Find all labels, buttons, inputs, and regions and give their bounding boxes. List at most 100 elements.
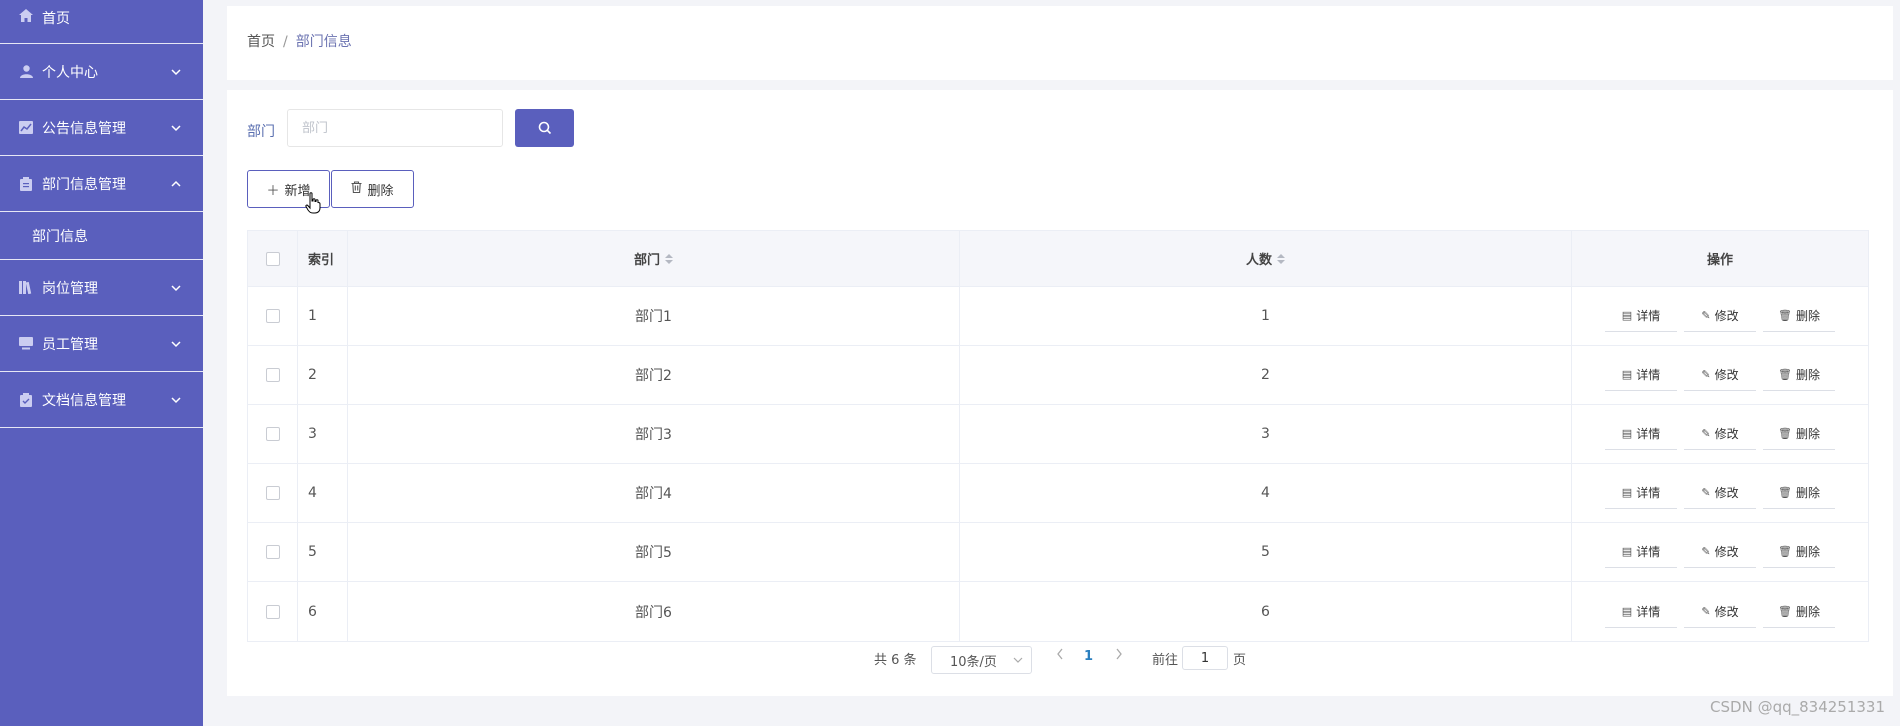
detail-label: 详情	[1636, 368, 1661, 382]
detail-button[interactable]: ▤ 详情	[1605, 596, 1677, 628]
select-all-cell	[248, 231, 298, 286]
goto-page-input[interactable]	[1182, 646, 1228, 670]
cell-index: 3	[298, 405, 348, 463]
page-number-current[interactable]: 1	[1084, 649, 1093, 664]
search-button[interactable]	[515, 109, 574, 147]
header-index: 索引	[298, 231, 348, 286]
document-icon: ▤	[1621, 309, 1633, 322]
cell-dept: 部门2	[348, 346, 960, 404]
detail-button[interactable]: ▤ 详情	[1605, 477, 1677, 509]
delete-button[interactable]: 删除	[331, 170, 414, 208]
row-delete-button[interactable]: 🗑︎ 删除	[1763, 418, 1835, 450]
sidebar-item-home[interactable]: 首页	[0, 0, 203, 44]
cell-count: 6	[960, 582, 1572, 641]
table-row: 3 部门3 3 ▤ 详情 ✎ 修改 🗑︎ 删除	[248, 405, 1868, 464]
edit-button[interactable]: ✎ 修改	[1684, 536, 1756, 568]
row-checkbox[interactable]	[265, 545, 280, 559]
cell-dept: 部门5	[348, 523, 960, 581]
row-delete-button[interactable]: 🗑︎ 删除	[1763, 300, 1835, 332]
chevron-down-icon	[171, 396, 181, 403]
header-count[interactable]: 人数	[960, 231, 1572, 286]
sidebar-item-label: 文档信息管理	[42, 392, 126, 409]
cell-count: 2	[960, 346, 1572, 404]
row-delete-label: 删除	[1795, 368, 1820, 382]
trash-icon: 🗑︎	[1778, 309, 1792, 322]
sort-icon[interactable]	[1277, 253, 1285, 264]
cell-index: 6	[298, 582, 348, 641]
edit-button[interactable]: ✎ 修改	[1684, 418, 1756, 450]
sidebar-item-notice-management[interactable]: 公告信息管理	[0, 100, 203, 156]
cell-index: 1	[298, 287, 348, 345]
select-all-checkbox[interactable]	[265, 251, 280, 266]
cell-ops: ▤ 详情 ✎ 修改 🗑︎ 删除	[1572, 582, 1868, 641]
row-delete-label: 删除	[1795, 309, 1820, 323]
detail-button[interactable]: ▤ 详情	[1605, 536, 1677, 568]
sidebar-item-label: 公告信息管理	[42, 120, 126, 137]
cell-dept: 部门3	[348, 405, 960, 463]
row-checkbox[interactable]	[265, 427, 280, 441]
header-count-label: 人数	[1245, 253, 1272, 268]
edit-button[interactable]: ✎ 修改	[1684, 596, 1756, 628]
row-delete-label: 删除	[1795, 604, 1820, 619]
prev-page-button[interactable]	[1056, 648, 1064, 664]
detail-button[interactable]: ▤ 详情	[1605, 359, 1677, 391]
detail-label: 详情	[1636, 486, 1661, 500]
row-delete-label: 删除	[1795, 486, 1820, 500]
row-checkbox-cell	[248, 405, 298, 463]
edit-button[interactable]: ✎ 修改	[1684, 300, 1756, 332]
breadcrumb-home[interactable]: 首页	[247, 34, 275, 50]
sidebar-item-personal-center[interactable]: 个人中心	[0, 44, 203, 100]
row-delete-button[interactable]: 🗑︎ 删除	[1763, 477, 1835, 509]
clipboard-icon	[18, 392, 34, 407]
pencil-icon: ✎	[1701, 545, 1711, 558]
sort-icon[interactable]	[665, 253, 673, 264]
sidebar-subitem-dept-info[interactable]: 部门信息	[0, 212, 203, 260]
table-row: 5 部门5 5 ▤ 详情 ✎ 修改 🗑︎ 删除	[248, 523, 1868, 582]
document-icon: ▤	[1621, 545, 1633, 558]
detail-button[interactable]: ▤ 详情	[1605, 300, 1677, 332]
header-ops: 操作	[1706, 253, 1733, 268]
page-size-select[interactable]: 10条/页	[931, 646, 1032, 674]
row-checkbox[interactable]	[265, 486, 280, 500]
sidebar: 首页 个人中心 公告信息管理 部门信息管理 部门信息 岗位管理 员工管理 文档信…	[0, 0, 203, 726]
plus-icon: ＋	[266, 183, 280, 199]
table-header-row: 索引 部门 人数 操作	[248, 231, 1868, 287]
sidebar-item-position-management[interactable]: 岗位管理	[0, 260, 203, 316]
detail-label: 详情	[1636, 309, 1661, 323]
row-delete-button[interactable]: 🗑︎ 删除	[1763, 359, 1835, 391]
edit-button[interactable]: ✎ 修改	[1684, 477, 1756, 509]
sidebar-item-dept-management[interactable]: 部门信息管理	[0, 156, 203, 212]
cell-dept: 部门4	[348, 464, 960, 522]
sidebar-item-document-management[interactable]: 文档信息管理	[0, 372, 203, 428]
sidebar-item-label: 个人中心	[42, 64, 98, 81]
cell-count: 5	[960, 523, 1572, 581]
cell-ops: ▤ 详情 ✎ 修改 🗑︎ 删除	[1572, 346, 1868, 404]
cell-ops: ▤ 详情 ✎ 修改 🗑︎ 删除	[1572, 287, 1868, 345]
pagination: 共 6 条 10条/页 1 前往 页	[227, 643, 1893, 674]
row-checkbox[interactable]	[265, 604, 280, 619]
header-dept[interactable]: 部门	[348, 231, 960, 286]
cell-index: 2	[298, 346, 348, 404]
edit-button[interactable]: ✎ 修改	[1684, 359, 1756, 391]
row-delete-button[interactable]: 🗑︎ 删除	[1763, 536, 1835, 568]
clipboard-icon	[18, 176, 34, 191]
chevron-up-icon	[171, 180, 181, 187]
row-checkbox[interactable]	[265, 309, 280, 323]
detail-button[interactable]: ▤ 详情	[1605, 418, 1677, 450]
trash-icon: 🗑︎	[1778, 427, 1792, 440]
dept-search-input[interactable]	[287, 109, 503, 147]
sidebar-item-label: 部门信息管理	[42, 176, 126, 193]
cell-dept: 部门6	[348, 582, 960, 641]
row-checkbox[interactable]	[265, 368, 280, 382]
row-delete-button[interactable]: 🗑︎ 删除	[1763, 596, 1835, 628]
sidebar-item-employee-management[interactable]: 员工管理	[0, 316, 203, 372]
watermark: CSDN @qq_834251331	[1710, 698, 1885, 716]
next-page-button[interactable]	[1115, 648, 1123, 664]
detail-label: 详情	[1636, 604, 1661, 619]
home-icon	[18, 8, 34, 22]
delete-button-label: 删除	[367, 183, 394, 199]
cell-ops: ▤ 详情 ✎ 修改 🗑︎ 删除	[1572, 464, 1868, 522]
row-checkbox-cell	[248, 523, 298, 581]
library-icon	[18, 281, 34, 295]
dept-table: 索引 部门 人数 操作 1 部门1 1 ▤ 详情 ✎ 修改 🗑︎ 删除 2 部门…	[247, 230, 1869, 642]
